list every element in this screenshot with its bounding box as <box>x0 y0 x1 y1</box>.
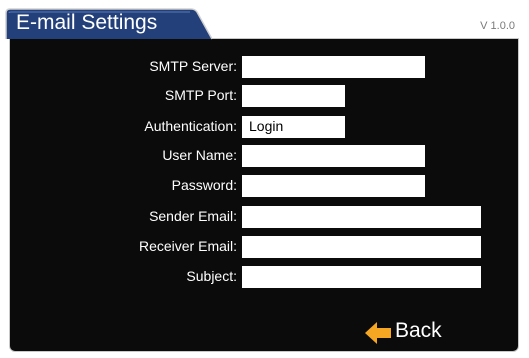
settings-panel: SMTP Server: SMTP Port: Authentication: … <box>9 38 519 352</box>
back-button[interactable]: Back <box>365 317 455 347</box>
authentication-row: Authentication: Login <box>10 116 520 138</box>
smtp-port-input[interactable] <box>242 85 345 107</box>
back-label: Back <box>395 319 442 342</box>
subject-input[interactable] <box>242 266 481 288</box>
subject-label: Subject: <box>186 268 237 284</box>
email-settings-screen: SMTP Server: SMTP Port: Authentication: … <box>0 0 529 358</box>
arrow-left-icon <box>365 322 391 344</box>
sender-email-input[interactable] <box>242 206 481 228</box>
sender-email-row: Sender Email: <box>10 206 520 228</box>
user-name-input[interactable] <box>242 145 425 167</box>
receiver-email-label: Receiver Email: <box>138 238 237 254</box>
receiver-email-input[interactable] <box>242 236 481 258</box>
smtp-port-row: SMTP Port: <box>10 85 520 107</box>
receiver-email-row: Receiver Email: <box>10 236 520 258</box>
password-input[interactable] <box>242 175 425 197</box>
smtp-port-label: SMTP Port: <box>164 87 237 103</box>
version-label: V 1.0.0 <box>480 20 515 32</box>
password-row: Password: <box>10 175 520 197</box>
password-label: Password: <box>171 177 237 193</box>
smtp-server-row: SMTP Server: <box>10 56 520 78</box>
smtp-server-label: SMTP Server: <box>149 58 237 74</box>
user-name-row: User Name: <box>10 145 520 167</box>
page-title: E-mail Settings <box>16 11 158 34</box>
smtp-server-input[interactable] <box>242 56 425 78</box>
subject-row: Subject: <box>10 266 520 288</box>
authentication-select[interactable]: Login <box>242 116 345 138</box>
authentication-label: Authentication: <box>144 118 237 134</box>
sender-email-label: Sender Email: <box>149 208 237 224</box>
title-tab: E-mail Settings <box>5 8 213 40</box>
user-name-label: User Name: <box>162 147 237 163</box>
